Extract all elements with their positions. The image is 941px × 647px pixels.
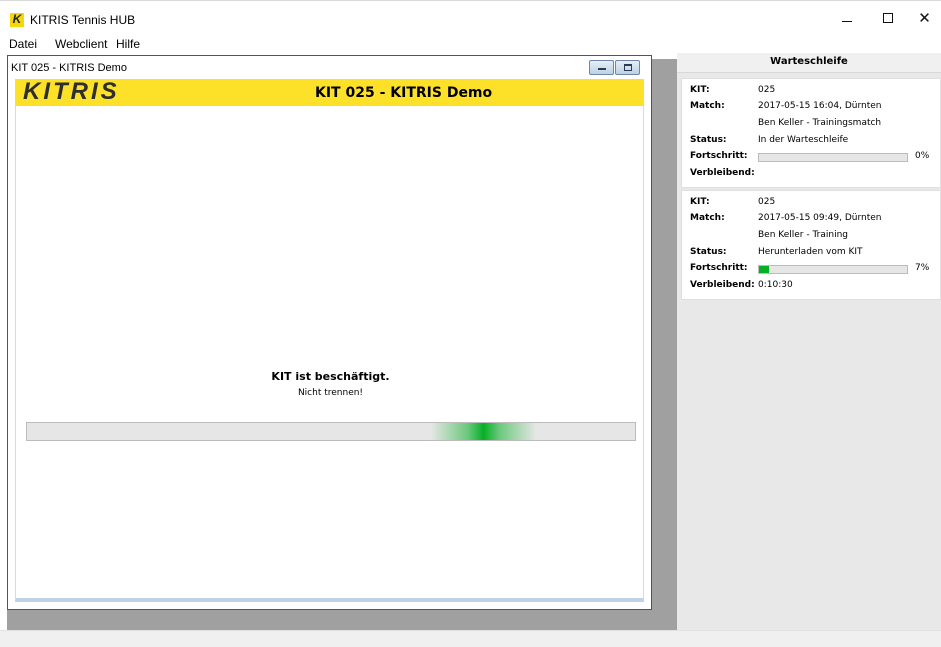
- child-minimize-button[interactable]: [589, 60, 614, 75]
- job-progress-row: Fortschritt: 7%: [690, 263, 940, 279]
- status-label: Status:: [690, 247, 727, 257]
- minimize-icon: [598, 68, 606, 70]
- progress-label: Fortschritt:: [690, 263, 748, 273]
- close-icon: ✕: [918, 8, 931, 27]
- child-maximize-button[interactable]: [615, 60, 640, 75]
- kit-label: KIT:: [690, 85, 710, 95]
- maximize-button[interactable]: [867, 1, 909, 35]
- kit-label: KIT:: [690, 197, 710, 207]
- app-logo-letter: K: [12, 12, 22, 26]
- job-progress-row: Fortschritt: 0%: [690, 151, 940, 167]
- status-value: In der Warteschleife: [758, 135, 849, 145]
- banner-title: KIT 025 - KITRIS Demo: [315, 85, 493, 101]
- kit-banner: KITRIS KIT 025 - KITRIS Demo: [15, 79, 644, 106]
- busy-title: KIT ist beschäftigt.: [271, 370, 390, 383]
- title-bar: K KITRIS Tennis HUB ✕: [0, 0, 941, 34]
- minimize-button[interactable]: [826, 1, 868, 35]
- queue-panel: Warteschleife KIT: 025 Match: 2017-05-15…: [677, 53, 941, 630]
- match-datetime: 2017-05-15 09:49, Dürnten: [758, 213, 882, 223]
- match-datetime: 2017-05-15 16:04, Dürnten: [758, 101, 882, 111]
- minimize-icon: [842, 20, 852, 22]
- kit-value: 025: [758, 85, 776, 95]
- match-name: Ben Keller - Trainingsmatch: [758, 118, 882, 128]
- kitris-logo-icon: K: [10, 12, 24, 27]
- maximize-icon: [883, 13, 893, 23]
- menu-bar: Datei Webclient Hilfe: [0, 34, 941, 53]
- progress-percent: 7%: [915, 263, 930, 273]
- progress-label: Fortschritt:: [690, 151, 748, 161]
- busy-subtitle: Nicht trennen!: [297, 388, 364, 398]
- status-bar: [0, 630, 941, 647]
- menu-datei[interactable]: Datei: [9, 37, 37, 51]
- queue-job: KIT: 025 Match: 2017-05-15 16:04, Dürnte…: [681, 78, 941, 188]
- child-title-bar[interactable]: KIT 025 - KITRIS Demo: [8, 56, 651, 78]
- close-button[interactable]: ✕: [908, 1, 941, 35]
- kitris-brand-logo: KITRIS: [23, 78, 120, 105]
- status-value: Herunterladen vom KIT: [758, 247, 863, 257]
- job-progress-fill: [759, 266, 770, 273]
- kit-content-area: KIT ist beschäftigt. Nicht trennen!: [15, 106, 644, 602]
- job-progress-bar: [758, 153, 908, 162]
- menu-hilfe[interactable]: Hilfe: [116, 37, 140, 51]
- remaining-label: Verbleibend:: [690, 280, 755, 290]
- child-window-title: KIT 025 - KITRIS Demo: [11, 62, 127, 74]
- match-label: Match:: [690, 213, 725, 223]
- kit-value: 025: [758, 197, 776, 207]
- remaining-label: Verbleibend:: [690, 168, 755, 178]
- menu-webclient[interactable]: Webclient: [55, 37, 107, 51]
- match-label: Match:: [690, 101, 725, 111]
- busy-progress-indicator: [431, 423, 536, 440]
- progress-percent: 0%: [915, 151, 930, 161]
- match-name: Ben Keller - Training: [758, 230, 848, 240]
- kit-child-window[interactable]: KIT 025 - KITRIS Demo KITRIS KIT 025 - K…: [7, 55, 652, 610]
- busy-progress-bar: [26, 422, 636, 441]
- job-progress-bar: [758, 265, 908, 274]
- remaining-value: 0:10:30: [758, 280, 793, 290]
- app-title: KITRIS Tennis HUB: [30, 13, 136, 27]
- status-label: Status:: [690, 135, 727, 145]
- maximize-icon: [624, 64, 632, 71]
- queue-job: KIT: 025 Match: 2017-05-15 09:49, Dürnte…: [681, 190, 941, 300]
- queue-header: Warteschleife: [677, 53, 941, 73]
